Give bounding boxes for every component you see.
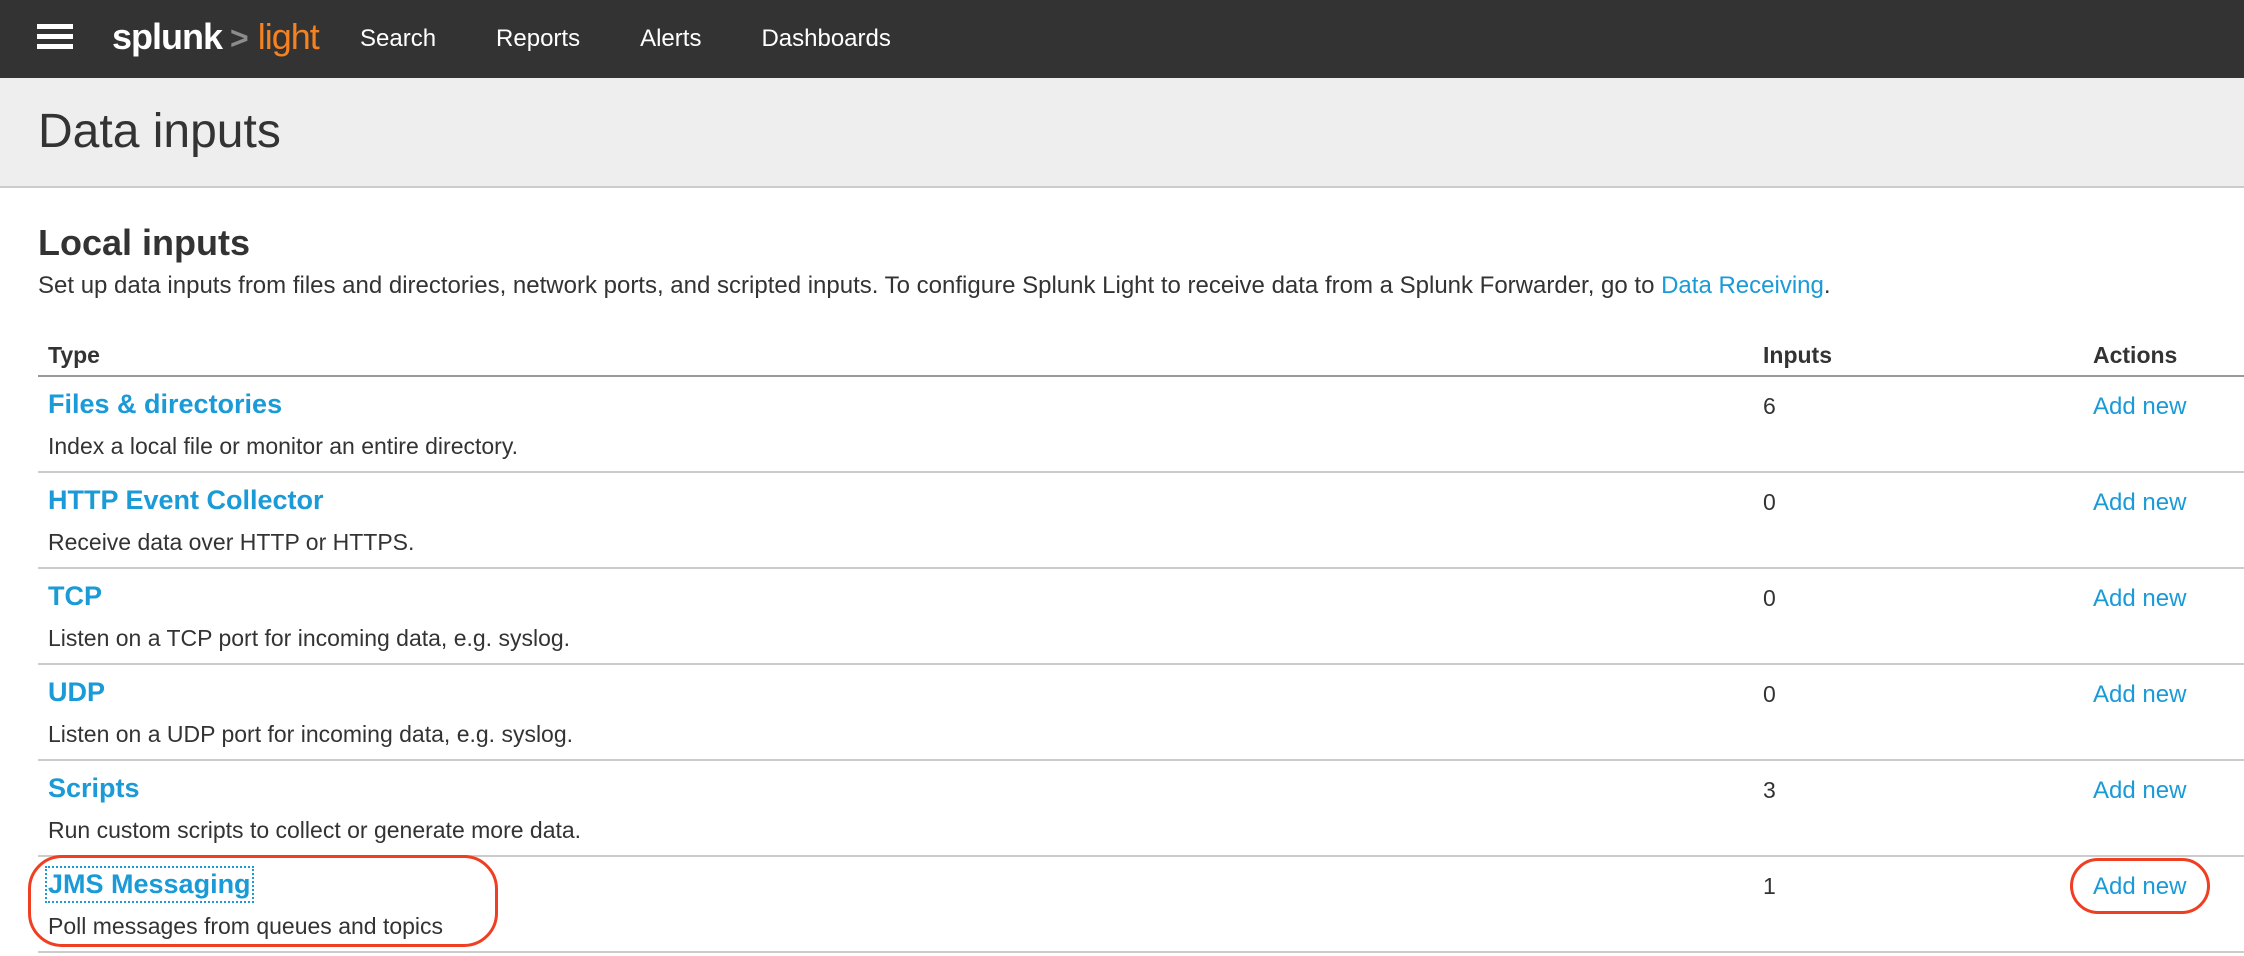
jms-add-new-link[interactable]: Add new <box>2093 873 2186 901</box>
add-new-link[interactable]: Add new <box>2093 777 2186 805</box>
input-type-description: Poll messages from queues and topics <box>48 913 444 939</box>
add-new-link[interactable]: Add new <box>2093 681 2186 709</box>
page-title: Data inputs <box>38 105 281 158</box>
input-type-link[interactable]: TCP <box>48 581 102 612</box>
logo-brand: splunk <box>112 16 223 57</box>
hamburger-menu-icon[interactable] <box>37 24 73 50</box>
input-type-link[interactable]: HTTP Event Collector <box>48 485 324 516</box>
column-header-type: Type <box>48 342 100 368</box>
nav-links: Search Reports Alerts Dashboards <box>360 0 951 78</box>
section-title: Local inputs <box>38 222 251 263</box>
input-type-link[interactable]: Files & directories <box>48 389 282 420</box>
data-receiving-link[interactable]: Data Receiving <box>1661 272 1824 299</box>
input-type-description: Run custom scripts to collect or generat… <box>48 817 582 843</box>
input-type-description: Receive data over HTTP or HTTPS. <box>48 529 415 555</box>
column-header-actions: Actions <box>2093 342 2178 368</box>
nav-link-dashboards[interactable]: Dashboards <box>761 25 890 53</box>
add-new-link[interactable]: Add new <box>2093 585 2186 613</box>
jms-messaging-link[interactable]: JMS Messaging <box>45 866 254 903</box>
logo-chevron-icon: > <box>230 20 249 56</box>
description-text: Set up data inputs from files and direct… <box>38 272 1662 299</box>
input-count: 6 <box>1763 393 1776 419</box>
input-count: 0 <box>1763 489 1776 515</box>
input-count: 1 <box>1763 873 1776 899</box>
table-row: Files & directories Index a local file o… <box>38 377 2244 473</box>
table-header: Type Inputs Actions <box>38 336 2244 377</box>
top-navigation-bar: splunk > light Search Reports Alerts Das… <box>0 0 2244 78</box>
input-type-description: Listen on a TCP port for incoming data, … <box>48 625 571 651</box>
table-row: HTTP Event Collector Receive data over H… <box>38 473 2244 569</box>
section-description: Set up data inputs from files and direct… <box>38 272 1831 300</box>
input-type-link[interactable]: UDP <box>48 677 105 708</box>
logo-product: light <box>257 16 320 57</box>
description-suffix: . <box>1823 272 1831 299</box>
nav-link-alerts[interactable]: Alerts <box>640 25 701 53</box>
add-new-link[interactable]: Add new <box>2093 393 2186 421</box>
local-inputs-table: Type Inputs Actions Files & directories … <box>38 336 2244 953</box>
input-type-description: Index a local file or monitor an entire … <box>48 433 519 459</box>
nav-link-search[interactable]: Search <box>360 25 436 53</box>
input-count: 0 <box>1763 681 1776 707</box>
input-type-description: Listen on a UDP port for incoming data, … <box>48 721 574 747</box>
table-row: Scripts Run custom scripts to collect or… <box>38 761 2244 857</box>
input-type-link[interactable]: Scripts <box>48 773 140 804</box>
add-new-link[interactable]: Add new <box>2093 489 2186 517</box>
table-row: UDP Listen on a UDP port for incoming da… <box>38 665 2244 761</box>
page-header: Data inputs <box>0 78 2244 188</box>
splunk-light-logo[interactable]: splunk > light <box>112 16 320 60</box>
input-count: 0 <box>1763 585 1776 611</box>
table-row: TCP Listen on a TCP port for incoming da… <box>38 569 2244 665</box>
table-row-jms-messaging: JMS Messaging Poll messages from queues … <box>38 857 2244 953</box>
column-header-inputs: Inputs <box>1763 342 1832 368</box>
input-count: 3 <box>1763 777 1776 803</box>
nav-link-reports[interactable]: Reports <box>496 25 580 53</box>
